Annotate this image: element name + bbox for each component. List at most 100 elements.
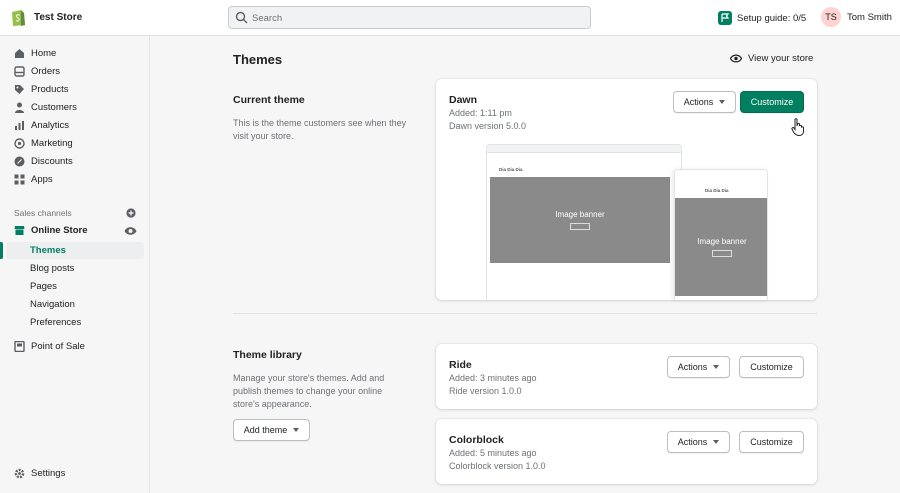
customize-label: Customize: [750, 97, 794, 107]
mobile-image-banner-preview: Image banner: [675, 198, 767, 296]
theme-library-heading: Theme library: [233, 349, 302, 361]
sidebar-item-blog-posts[interactable]: Blog posts: [6, 260, 144, 277]
theme-name: Ride: [449, 359, 472, 371]
store-name[interactable]: Test Store: [34, 12, 82, 23]
customize-button[interactable]: Customize: [739, 431, 804, 453]
sidebar: Home Orders Products Customers Analytics…: [0, 36, 150, 493]
view-store-link[interactable]: View your store: [730, 53, 813, 64]
desktop-preview: Dia Dia Dia Image banner: [486, 144, 682, 300]
theme-version: Ride version 1.0.0: [449, 386, 522, 396]
person-icon: [13, 102, 25, 114]
sales-channels-heading: Sales channels: [14, 208, 72, 218]
analytics-icon: [13, 120, 25, 132]
sidebar-item-label: Analytics: [31, 120, 70, 131]
user-menu[interactable]: TS Tom Smith: [821, 7, 892, 27]
avatar: TS: [821, 7, 841, 27]
current-theme-heading: Current theme: [233, 94, 305, 106]
flag-icon: [718, 11, 732, 25]
sidebar-item-label: Discounts: [31, 156, 73, 167]
banner-button: [712, 250, 732, 257]
sidebar-item-customers[interactable]: Customers: [6, 99, 144, 116]
sidebar-item-navigation[interactable]: Navigation: [6, 296, 144, 313]
selected-indicator: [0, 242, 3, 259]
add-theme-label: Add theme: [243, 425, 288, 435]
hand-cursor-icon: [791, 118, 804, 136]
sidebar-item-point-of-sale[interactable]: Point of Sale: [6, 338, 144, 355]
current-theme-card: Dawn Added: 1:11 pm Dawn version 5.0.0 A…: [436, 79, 817, 300]
banner-button: [570, 223, 590, 230]
tag-icon: [13, 84, 25, 96]
home-icon: [13, 48, 25, 60]
sidebar-item-discounts[interactable]: Discounts: [6, 153, 144, 170]
customize-button[interactable]: Customize: [740, 91, 804, 113]
user-name: Tom Smith: [847, 11, 892, 23]
sidebar-item-label: Online Store: [31, 225, 88, 236]
preview-mobile-store-name: Dia Dia Dia: [705, 188, 729, 193]
view-store-label: View your store: [748, 53, 814, 64]
actions-label: Actions: [677, 362, 708, 372]
shopify-logo-icon[interactable]: [10, 8, 26, 27]
plus-circle-icon[interactable]: [126, 208, 136, 218]
sidebar-item-orders[interactable]: Orders: [6, 63, 144, 80]
apps-icon: [13, 174, 25, 186]
store-icon: [13, 225, 25, 237]
sidebar-item-label: Blog posts: [30, 263, 75, 274]
sidebar-item-label: Themes: [30, 245, 66, 256]
theme-preview[interactable]: Dia Dia Dia Image banner Dia Dia Dia Ima…: [486, 144, 768, 300]
current-theme-description: This is the theme customers see when the…: [233, 118, 407, 141]
target-icon: [13, 138, 25, 150]
browser-bar: [487, 145, 681, 153]
theme-added: Added: 5 minutes ago: [449, 448, 537, 458]
setup-guide-button[interactable]: Setup guide: 0/5: [718, 10, 806, 26]
theme-added: Added: 3 minutes ago: [449, 373, 537, 383]
caret-down-icon: [719, 100, 726, 104]
sidebar-item-apps[interactable]: Apps: [6, 171, 144, 188]
caret-down-icon: [713, 440, 720, 444]
sidebar-item-label: Products: [31, 84, 69, 95]
sidebar-item-analytics[interactable]: Analytics: [6, 117, 144, 134]
eye-icon: [730, 54, 742, 63]
eye-icon[interactable]: [124, 226, 137, 236]
pos-icon: [13, 341, 25, 353]
search-icon: [235, 11, 248, 24]
sidebar-item-marketing[interactable]: Marketing: [6, 135, 144, 152]
section-divider: [233, 313, 817, 314]
search-input[interactable]: Search: [228, 6, 591, 29]
sidebar-item-preferences[interactable]: Preferences: [6, 314, 144, 331]
theme-version: Colorblock version 1.0.0: [449, 461, 546, 471]
actions-label: Actions: [683, 97, 714, 107]
sidebar-item-pages[interactable]: Pages: [6, 278, 144, 295]
search-placeholder: Search: [252, 13, 283, 24]
actions-button[interactable]: Actions: [667, 356, 730, 378]
sidebar-item-label: Preferences: [30, 317, 82, 328]
actions-button[interactable]: Actions: [667, 431, 730, 453]
theme-added: Added: 1:11 pm: [449, 108, 512, 118]
mobile-preview: Dia Dia Dia Image banner: [674, 169, 768, 300]
add-theme-button[interactable]: Add theme: [233, 419, 310, 441]
image-banner-preview: Image banner: [490, 177, 670, 263]
sidebar-item-settings[interactable]: Settings: [6, 465, 144, 482]
actions-label: Actions: [677, 437, 708, 447]
page-title: Themes: [233, 52, 283, 67]
customize-button[interactable]: Customize: [739, 356, 804, 378]
setup-guide-label: Setup guide: 0/5: [737, 12, 807, 24]
theme-card-ride: Ride Added: 3 minutes ago Ride version 1…: [436, 344, 817, 409]
sidebar-item-label: Point of Sale: [31, 341, 85, 352]
theme-card-colorblock: Colorblock Added: 5 minutes ago Colorblo…: [436, 419, 817, 484]
sidebar-item-home[interactable]: Home: [6, 45, 144, 62]
caret-down-icon: [713, 365, 720, 369]
sidebar-item-label: Settings: [31, 468, 66, 479]
sidebar-item-label: Navigation: [30, 299, 75, 310]
sidebar-item-themes[interactable]: Themes: [6, 242, 144, 259]
sidebar-item-products[interactable]: Products: [6, 81, 144, 98]
sidebar-item-label: Apps: [31, 174, 53, 185]
theme-name: Dawn: [449, 94, 478, 106]
discount-icon: [13, 156, 25, 168]
orders-icon: [13, 66, 25, 78]
theme-version: Dawn version 5.0.0: [449, 121, 527, 131]
sidebar-item-label: Orders: [31, 66, 61, 77]
preview-store-name: Dia Dia Dia: [499, 167, 523, 172]
theme-library-description: Manage your store's themes. Add and publ…: [233, 373, 385, 409]
actions-button[interactable]: Actions: [673, 91, 736, 113]
customize-label: Customize: [750, 437, 793, 447]
